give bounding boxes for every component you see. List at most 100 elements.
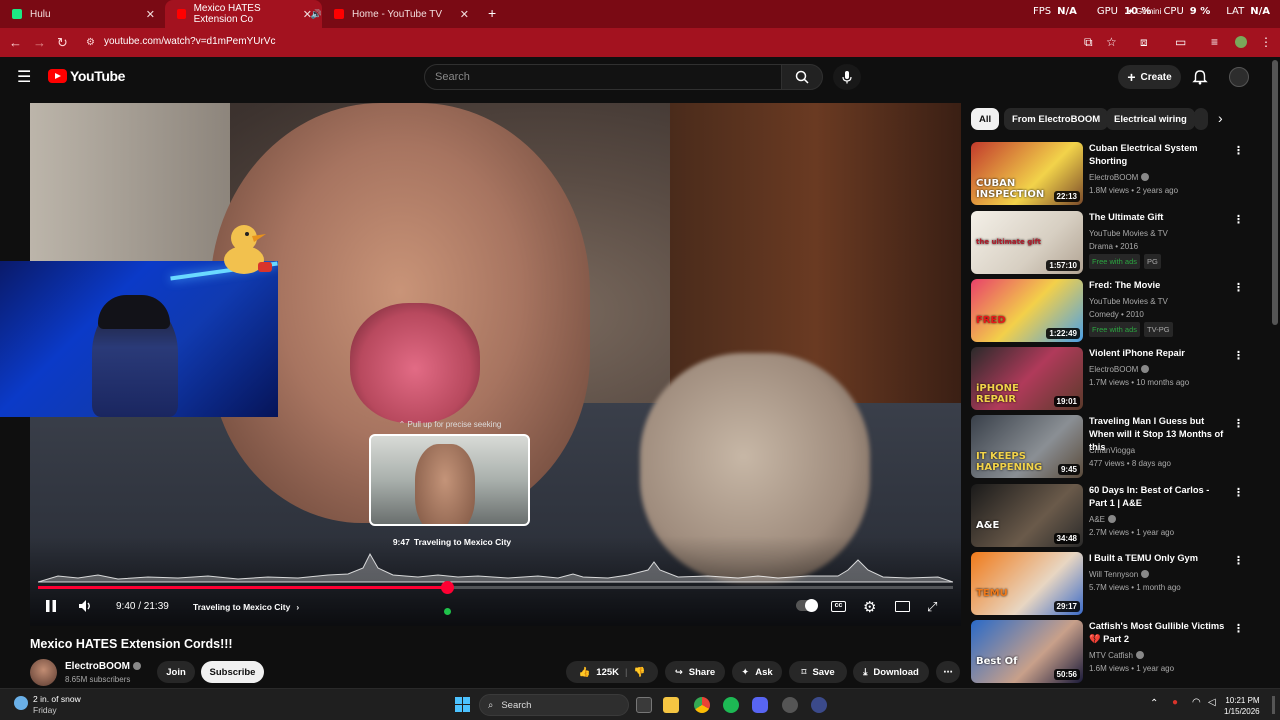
account-avatar[interactable] [1229, 67, 1249, 87]
new-tab-button[interactable]: + [488, 5, 496, 21]
recommendation-item[interactable]: IT KEEPS HAPPENING 9:45 Traveling Man I Gu… [971, 415, 1261, 479]
fullscreen-button[interactable]: ⤢ [927, 599, 937, 615]
queue-icon[interactable]: ≡ [1211, 35, 1218, 49]
recommendation-title[interactable]: Catfish's Most Gullible Victims 💔 Part 2 [1089, 620, 1229, 646]
more-options-icon[interactable]: ⋮ [1233, 213, 1244, 226]
notifications-bell-icon[interactable] [1192, 69, 1208, 85]
more-options-icon[interactable]: ⋮ [1233, 622, 1244, 635]
recommendation-item[interactable]: A&E 34:48 60 Days In: Best of Carlos - Par… [971, 484, 1261, 548]
recommendation-thumbnail[interactable]: CUBAN INSPECTION 22:13 [971, 142, 1083, 205]
weather-widget[interactable]: 2 in. of snow Friday [33, 694, 81, 716]
youtube-logo-text[interactable]: YouTube [70, 68, 125, 84]
recommendation-title[interactable]: 60 Days In: Best of Carlos - Part 1 | A&… [1089, 484, 1229, 510]
more-options-icon[interactable]: ⋮ [1233, 349, 1244, 362]
recommendation-thumbnail[interactable]: FRED 1:22:49 [971, 279, 1083, 342]
recommendation-title[interactable]: Cuban Electrical System Shorting [1089, 142, 1229, 168]
task-view-icon[interactable] [636, 697, 652, 713]
search-input[interactable]: Search [424, 64, 782, 90]
more-options-icon[interactable]: ⋮ [1233, 144, 1244, 157]
recommendation-channel[interactable]: MTV Catfish [1089, 649, 1145, 662]
more-options-icon[interactable]: ⋮ [1233, 281, 1244, 294]
install-app-icon[interactable]: ⧉ [1084, 35, 1093, 50]
show-desktop-button[interactable] [1272, 696, 1275, 714]
steam-icon[interactable] [782, 697, 798, 713]
spotify-icon[interactable] [723, 697, 739, 713]
create-button[interactable]: + Create [1118, 65, 1181, 89]
recommendation-thumbnail[interactable]: TEMU 29:17 [971, 552, 1083, 615]
app-icon[interactable] [811, 697, 827, 713]
file-explorer-icon[interactable] [663, 697, 679, 713]
taskbar-clock[interactable]: 10:21 PM 1/15/2026 [1224, 695, 1260, 717]
recommendation-item[interactable]: CUBAN INSPECTION 22:13 Cuban Electrical Sy… [971, 142, 1261, 206]
recommendation-channel[interactable]: ElectroBOOM [1089, 171, 1150, 184]
chip-from-electroboom[interactable]: From ElectroBOOM [1004, 108, 1109, 130]
recommendation-item[interactable]: FRED 1:22:49 Fred: The Movie YouTube Movies… [971, 279, 1261, 343]
recommendation-channel[interactable]: YouTube Movies & TV [1089, 227, 1168, 240]
recommendation-item[interactable]: iPHONE REPAIR 19:01 Violent iPhone Repair E… [971, 347, 1261, 411]
hamburger-menu-icon[interactable]: ☰ [17, 67, 31, 87]
recommendation-item[interactable]: Best Of 50:56 Catfish's Most Gullible Vict… [971, 620, 1261, 684]
tray-overflow-icon[interactable]: ⌃ [1150, 698, 1158, 709]
tab-youtube-tv[interactable]: Home - YouTube TV ✕ [322, 0, 479, 28]
discord-icon[interactable] [752, 697, 768, 713]
page-scrollbar[interactable] [1272, 60, 1278, 325]
taskbar-search[interactable]: ⌕ Search [479, 694, 629, 716]
more-actions-button[interactable]: ⋯ [936, 661, 960, 683]
ask-button[interactable]: ✦ Ask [732, 661, 782, 683]
recommendation-channel[interactable]: ElectroBOOM [1089, 363, 1150, 376]
recommendation-title[interactable]: Violent iPhone Repair [1089, 347, 1229, 360]
recommendation-thumbnail[interactable]: the ultimate gift 1:57:10 [971, 211, 1083, 274]
chip-all[interactable]: All [971, 108, 1000, 130]
close-tab-icon[interactable]: ✕ [303, 8, 312, 21]
save-button[interactable]: ⌑ Save [789, 661, 847, 683]
subscribe-button[interactable]: Subscribe [201, 661, 264, 683]
settings-button[interactable]: ⚙ [863, 598, 876, 616]
thumbs-up-icon[interactable]: 👍 [578, 667, 590, 678]
progress-bar[interactable] [38, 586, 953, 589]
chip-electrical-wiring[interactable]: Electrical wiring [1106, 108, 1195, 130]
chips-next-chevron-icon[interactable]: › [1218, 110, 1223, 126]
search-button[interactable] [781, 64, 823, 90]
subtitles-button[interactable]: cc [831, 601, 846, 612]
recommendation-channel[interactable]: CmanViogga [1089, 444, 1135, 457]
autoplay-toggle[interactable] [796, 599, 818, 612]
close-tab-icon[interactable]: ✕ [460, 8, 469, 21]
close-tab-icon[interactable]: ✕ [146, 8, 155, 21]
channel-avatar[interactable] [30, 659, 57, 686]
speaker-icon[interactable]: 🔊 [311, 9, 322, 20]
download-button[interactable]: ⤓ Download [853, 661, 929, 683]
recommendation-thumbnail[interactable]: iPHONE REPAIR 19:01 [971, 347, 1083, 410]
browser-menu-icon[interactable]: ⋮ [1260, 35, 1272, 49]
start-windows-icon[interactable] [455, 697, 471, 713]
chip-overflow[interactable] [1194, 108, 1208, 130]
back-arrow-icon[interactable]: ← [9, 35, 22, 50]
forward-arrow-icon[interactable]: → [33, 35, 46, 50]
share-button[interactable]: ↪ Share [665, 661, 725, 683]
recommendation-channel[interactable]: YouTube Movies & TV [1089, 295, 1168, 308]
reload-icon[interactable]: ↻ [57, 35, 68, 51]
pause-button[interactable] [44, 599, 58, 613]
miniplayer-button[interactable] [895, 601, 910, 612]
channel-name[interactable]: ElectroBOOM [65, 661, 142, 672]
recommendation-title[interactable]: I Built a TEMU Only Gym [1089, 552, 1229, 565]
extensions-icon[interactable]: ⧈ [1140, 35, 1148, 50]
youtube-logo-icon[interactable] [48, 69, 67, 83]
join-button[interactable]: Join [157, 661, 195, 683]
recommendation-item[interactable]: the ultimate gift 1:57:10 The Ultimate Gif… [971, 211, 1261, 275]
voice-search-button[interactable] [833, 64, 861, 90]
site-info-icon[interactable]: ⚙ [86, 37, 95, 48]
profile-avatar-icon[interactable] [1235, 36, 1247, 48]
volume-tray-icon[interactable]: ◁ [1208, 697, 1216, 708]
recommendation-thumbnail[interactable]: Best Of 50:56 [971, 620, 1083, 683]
more-options-icon[interactable]: ⋮ [1233, 417, 1244, 430]
tab-hulu[interactable]: Hulu ✕ [0, 0, 165, 28]
more-options-icon[interactable]: ⋮ [1233, 554, 1244, 567]
scrubber-handle[interactable] [441, 581, 454, 594]
recommendation-thumbnail[interactable]: A&E 34:48 [971, 484, 1083, 547]
recommendation-item[interactable]: TEMU 29:17 I Built a TEMU Only Gym Will Ten… [971, 552, 1261, 616]
recommendation-channel[interactable]: Will Tennyson [1089, 568, 1150, 581]
microphone-tray-icon[interactable]: ● [1172, 697, 1178, 708]
more-options-icon[interactable]: ⋮ [1233, 486, 1244, 499]
recommendation-title[interactable]: Fred: The Movie [1089, 279, 1229, 292]
bookmark-star-icon[interactable]: ☆ [1106, 35, 1117, 49]
